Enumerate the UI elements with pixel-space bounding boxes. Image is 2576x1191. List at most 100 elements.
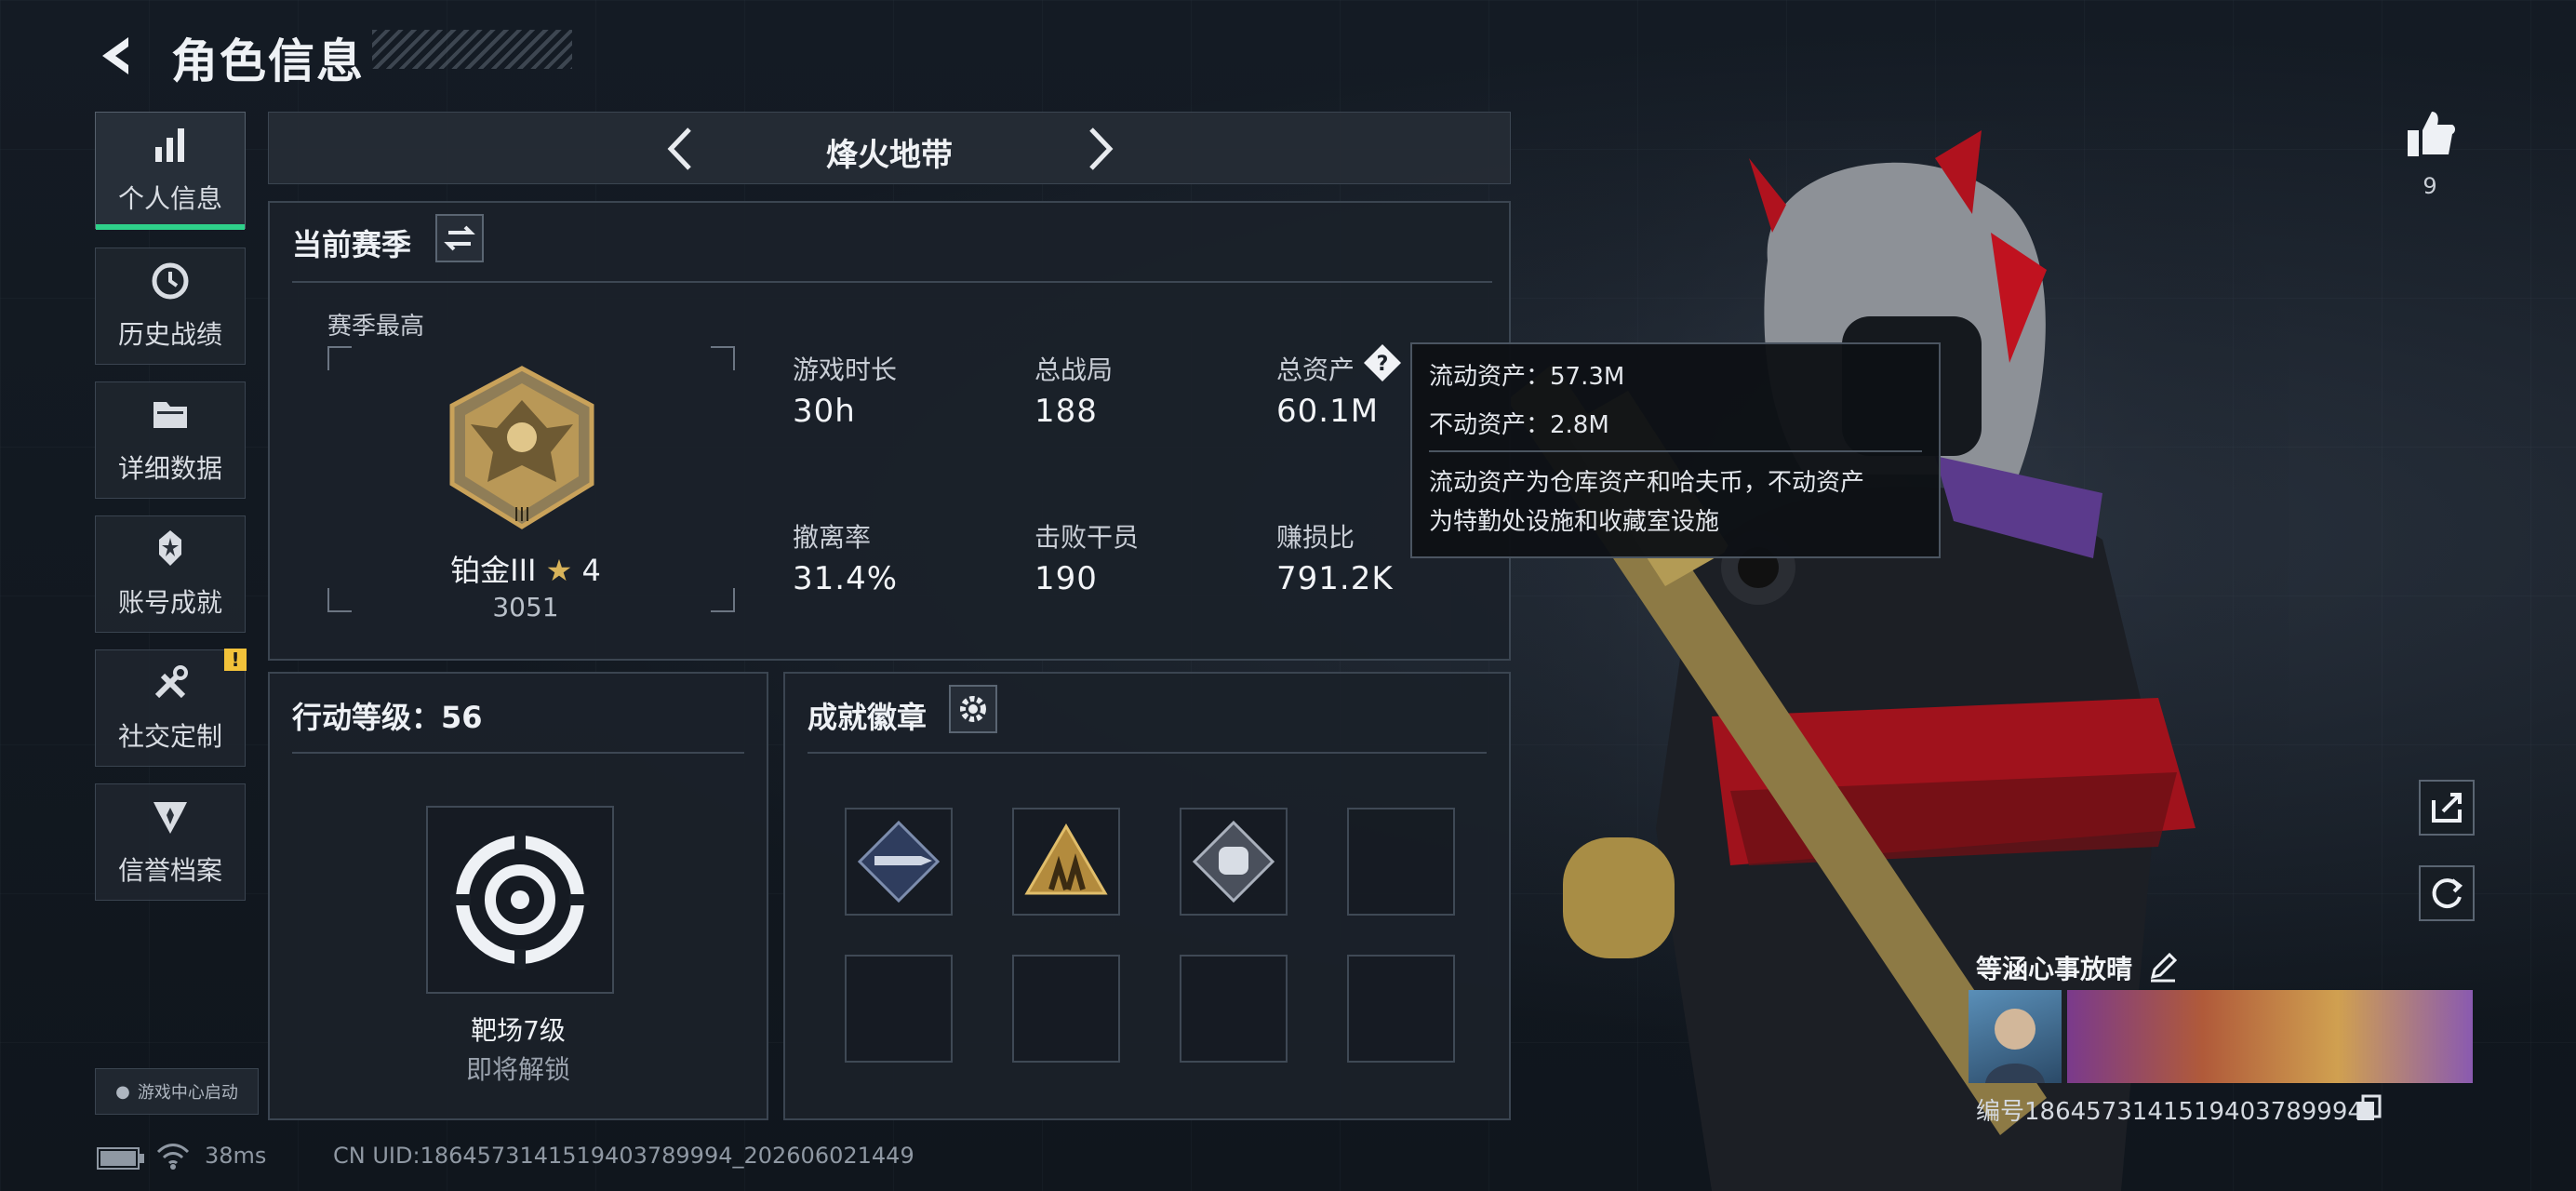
sidebar-item-label: 账号成就: [117, 587, 222, 618]
avatar[interactable]: [1969, 990, 2062, 1083]
divider: [292, 281, 1492, 283]
current-season-panel: 当前赛季 赛季最高 III 铂金III ★ 4 3051 游戏时长 30h 总战…: [268, 201, 1511, 661]
game-center-label: 游戏中心启动: [137, 1083, 238, 1103]
fist-badge-icon: [1192, 820, 1275, 903]
sidebar-item-achievements[interactable]: 账号成就: [95, 515, 246, 633]
switch-season-button[interactable]: [435, 214, 484, 262]
stat-value: 31.4%: [793, 560, 899, 597]
rank-score: 3051: [492, 592, 559, 622]
target-status: 即将解锁: [465, 1054, 570, 1085]
tooltip-desc-1: 流动资产为仓库资产和哈夫币，不动资产: [1429, 469, 1865, 497]
tooltip-liquid: 流动资产：57.3M: [1429, 363, 1625, 391]
svg-text:?: ?: [1377, 353, 1389, 376]
back-arrow-icon[interactable]: [97, 33, 141, 78]
frame-corner: [711, 346, 735, 370]
battery-icon: [97, 1147, 144, 1170]
rank-stars: 4: [581, 553, 601, 588]
credit-shield-icon: [153, 802, 187, 834]
tooltip-desc-2: 为特勤处设施和收藏室设施: [1429, 508, 1720, 536]
uid-text: CN UID:1864573141519403789994_2026060214…: [333, 1143, 914, 1169]
tooltip-fixed: 不动资产：2.8M: [1429, 411, 1609, 439]
gear-icon: [960, 696, 986, 722]
sidebar-item-detailed-data[interactable]: 详细数据: [95, 381, 246, 499]
divider: [1429, 450, 1922, 452]
badge-slot-empty[interactable]: [845, 955, 953, 1063]
frame-corner: [327, 588, 352, 612]
avatar-portrait: [1985, 1009, 2045, 1083]
stat-value: 188: [1034, 393, 1098, 430]
thumbs-up-icon[interactable]: [2402, 106, 2458, 162]
current-season-title: 当前赛季: [292, 227, 412, 262]
game-center-button[interactable]: ● 游戏中心启动: [95, 1068, 259, 1115]
stat-value: 791.2K: [1276, 560, 1394, 597]
copy-icon[interactable]: [2356, 1094, 2382, 1122]
folder-icon: [153, 402, 187, 428]
sidebar-item-personal-info[interactable]: 个人信息: [95, 112, 246, 230]
badge-slot-empty[interactable]: [1347, 955, 1455, 1063]
sidebar-item-label: 详细数据: [117, 453, 222, 484]
stat-label: 击败干员: [1034, 522, 1140, 553]
help-icon[interactable]: ?: [1362, 342, 1403, 383]
stat-value: 190: [1034, 560, 1098, 597]
sidebar-item-label: 个人信息: [117, 183, 222, 214]
achievement-settings-button[interactable]: [949, 685, 997, 733]
action-level-panel: 行动等级：56 靶场7级 即将解锁: [268, 672, 768, 1120]
star-icon: ★: [545, 553, 573, 588]
achievement-icon: [159, 530, 181, 566]
title-decoration: [372, 30, 572, 69]
frame-corner: [327, 346, 352, 370]
warning-badge: !: [224, 649, 247, 671]
refresh-icon: [2432, 878, 2463, 909]
share-button[interactable]: [2419, 780, 2475, 836]
profile-banner: [2067, 990, 2473, 1083]
badge-slot[interactable]: [845, 808, 953, 916]
divider: [808, 752, 1487, 754]
target-range-slot[interactable]: [426, 806, 614, 994]
sidebar-item-credit-record[interactable]: 信誉档案: [95, 783, 246, 901]
rank-numeral: III: [514, 503, 530, 526]
qq-icon: ●: [115, 1081, 130, 1102]
stat-label: 游戏时长: [793, 355, 898, 385]
bar-chart-icon: [155, 128, 184, 162]
stat-label: 总资产: [1276, 355, 1355, 385]
ping-value: 38ms: [205, 1143, 267, 1169]
achievements-title: 成就徽章: [808, 700, 928, 735]
badge-slot-empty[interactable]: [1180, 955, 1288, 1063]
season-name: 烽火地带: [826, 137, 953, 174]
chevron-right-icon[interactable]: [1076, 124, 1123, 174]
target-icon: [450, 830, 590, 970]
achievements-panel: 成就徽章: [783, 672, 1511, 1120]
rank-name: 铂金III: [450, 553, 537, 588]
season-best-label: 赛季最高: [327, 313, 425, 341]
badge-slot-empty[interactable]: [1347, 808, 1455, 916]
asset-tooltip: 流动资产：57.3M 不动资产：2.8M 流动资产为仓库资产和哈夫币，不动资产 …: [1410, 342, 1941, 558]
action-level-title: 行动等级：56: [292, 700, 483, 735]
frame-corner: [711, 588, 735, 612]
sidebar-item-history[interactable]: 历史战绩: [95, 248, 246, 365]
missile-badge-icon: [857, 820, 941, 903]
sidebar-item-label: 社交定制: [117, 721, 222, 752]
rank-medal-icon: III: [449, 366, 594, 529]
badge-slot-empty[interactable]: [1012, 955, 1120, 1063]
triangle-soldiers-badge-icon: [1024, 823, 1108, 895]
badge-slot[interactable]: [1180, 808, 1288, 916]
target-name: 靶场7级: [471, 1015, 566, 1046]
player-id: 编号1864573141519403789994: [1976, 1098, 2363, 1126]
rank-line: 铂金III ★ 4: [437, 547, 614, 590]
refresh-button[interactable]: [2419, 865, 2475, 921]
like-count: 9: [2423, 173, 2437, 199]
player-name: 等涵心事放晴: [1976, 954, 2133, 984]
history-icon: [152, 262, 189, 300]
badge-slot[interactable]: [1012, 808, 1120, 916]
tools-icon: [154, 665, 188, 699]
swap-icon: [444, 225, 475, 251]
wifi-icon: [156, 1144, 190, 1170]
divider: [292, 752, 744, 754]
share-icon: [2432, 793, 2462, 823]
sidebar-item-social-custom[interactable]: 社交定制 !: [95, 649, 247, 767]
edit-name-icon[interactable]: [2147, 951, 2179, 983]
page-title: 角色信息: [171, 34, 365, 88]
sidebar-item-label: 信誉档案: [117, 855, 222, 886]
season-switcher: 烽火地带: [268, 112, 1511, 184]
stat-label: 撤离率: [793, 522, 872, 553]
